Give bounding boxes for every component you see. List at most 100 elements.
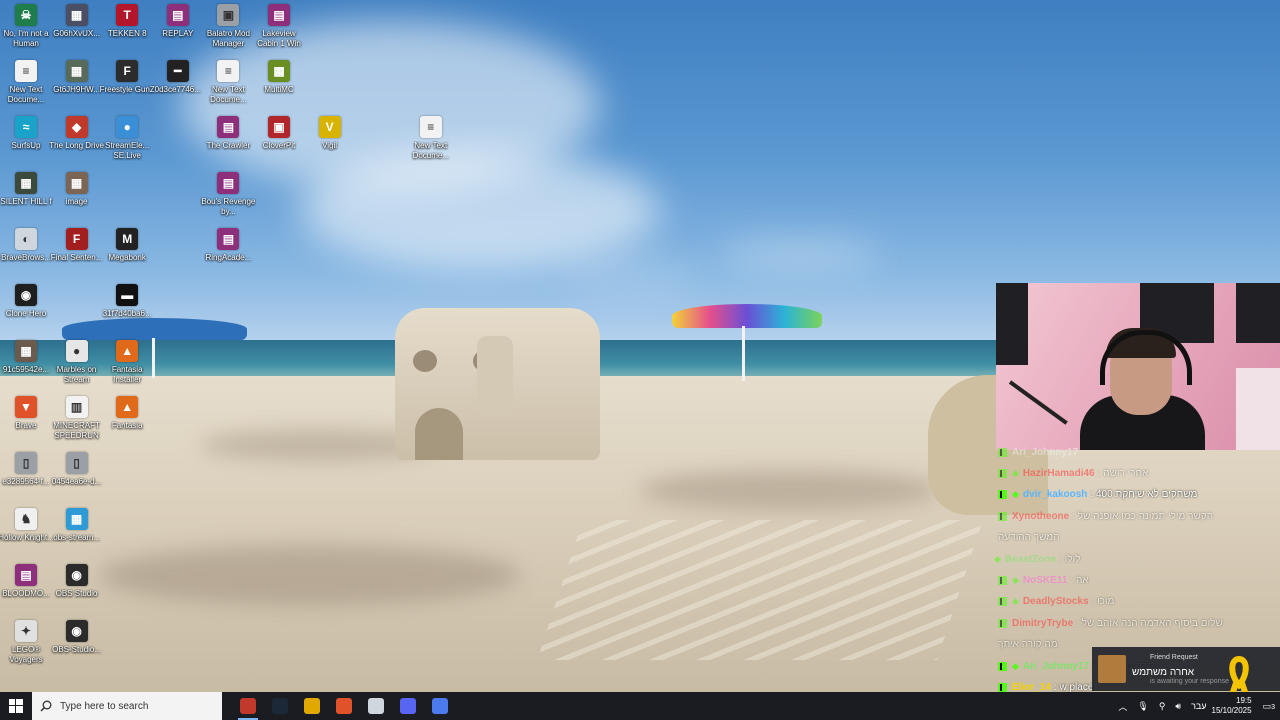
app-icon: ● [65, 340, 88, 362]
taskbar-app-shield[interactable] [360, 692, 392, 720]
desktop-icon[interactable]: ▬ 31f7d40ba6... [101, 284, 153, 319]
desktop-icon[interactable]: ▥ MINECRAFT SPEEDRUN [51, 396, 103, 441]
app-icon: ▤ [268, 4, 290, 26]
chat-message: DimitryTrybe: שלום ביסוף האדמה הנה אוהב … [994, 613, 1280, 633]
desktop-icon[interactable]: ≡ New Text Docume... [405, 116, 457, 161]
desktop-icon[interactable]: T TEKKEN 8 [101, 4, 153, 39]
desktop-icon[interactable]: ● Marbles on Stream [51, 340, 103, 385]
tray-overflow-chevron-icon[interactable]: ︿ [1118, 700, 1127, 713]
app-icon: T [116, 4, 139, 26]
desktop-icon[interactable]: ▩ MultiMC [253, 60, 305, 95]
chat-message: המשך ההודעה [994, 528, 1280, 548]
taskbar-search-box[interactable]: Type here to search [32, 692, 222, 720]
desktop-icon[interactable]: ≡ New Text Docume... [0, 60, 52, 105]
clock[interactable]: 19:5 15/10/2025 [1212, 696, 1252, 716]
kick-badge-icon [998, 447, 1007, 457]
chat-username: DimitryTrybe [1012, 617, 1074, 629]
microphone-icon[interactable]: 🎙︎ [1137, 701, 1148, 712]
desktop-icon[interactable]: ▤ BLOODMO... [0, 564, 52, 599]
desktop-icon[interactable]: V Vigil [304, 116, 356, 151]
desktop-icon[interactable]: ▤ Lakeview Cabin 1 Win [253, 4, 305, 49]
desktop-icon-label: REPLAY [162, 29, 194, 38]
desktop-icon[interactable]: M Megabonk [101, 228, 153, 263]
taskbar-app-brave[interactable] [328, 692, 360, 720]
desktop-icon[interactable]: ☠ No, I'm not a Human [0, 4, 52, 49]
app-icon: ≡ [217, 60, 240, 82]
taskbar-app-app[interactable] [424, 692, 456, 720]
notification-count: 3 [1271, 703, 1275, 711]
diamond-badge-icon: ◆ [1012, 489, 1019, 500]
desktop-icon[interactable]: ▤ The Crawler [202, 116, 254, 151]
desktop-icon[interactable]: ▣ CloverPit [253, 116, 305, 151]
desktop-icon[interactable]: ━ 0d3ce7746... [152, 60, 204, 95]
app-icon: F [65, 228, 88, 250]
desktop-icon-label: 0454ea6e-d... [51, 477, 102, 486]
desktop-icon[interactable]: ▤ Bou's Revenge by... [201, 172, 255, 217]
desktop-icon-label: BLOODMO... [2, 589, 50, 598]
desktop-icon[interactable]: ◐ BraveBrows... [0, 228, 52, 263]
kick-badge-icon [998, 490, 1007, 500]
chat-message: ◆ dvir_kakoosh: משחקים לא שיחקת 400 [994, 485, 1280, 505]
desktop-icon[interactable]: ▦ obs-stream... [51, 508, 103, 543]
desktop-icon[interactable]: F Freestyle GunZ [99, 60, 155, 95]
taskbar-app-discord[interactable] [392, 692, 424, 720]
desktop-icon[interactable]: ≈ SurfsUp [0, 116, 52, 151]
start-button[interactable] [0, 692, 32, 720]
taskbar-app-obs[interactable] [232, 692, 264, 720]
network-icon[interactable]: ⚲ [1159, 701, 1166, 712]
desktop-icon[interactable]: ♞ Hollow Knight... [0, 508, 54, 543]
desktop-icon[interactable]: ▣ Balatro Mod Manager [202, 4, 254, 49]
desktop-icon[interactable]: ◉ OBS-Studio... [51, 620, 103, 655]
chat-message: Xynotheone: הקשר מילי תמונה כמו אופנה של [994, 506, 1280, 526]
desktop-icon-label: New Text Docume... [412, 141, 450, 160]
desktop-icon-label: Freestyle GunZ [99, 85, 155, 94]
kick-badge-icon [998, 597, 1007, 607]
kick-badge-icon [998, 575, 1007, 585]
desktop-icon[interactable]: ✦ LEGO® Voyagers [0, 620, 52, 665]
desktop-icon-label: MultiMC [264, 85, 294, 94]
desktop-icon-label: obs-stream... [53, 533, 100, 542]
desktop-icon[interactable]: ▦ SILENT HILL f [0, 172, 52, 207]
app-icon: ▦ [65, 172, 88, 194]
desktop-icon[interactable]: ▯ e3289564-f... [0, 452, 52, 487]
desktop-icon[interactable]: ▯ 0454ea6e-d... [51, 452, 103, 487]
app-icon: ▩ [268, 60, 290, 82]
notifications-icon[interactable]: ▭3 [1263, 701, 1275, 712]
taskbar-app-files[interactable] [296, 692, 328, 720]
volume-icon[interactable]: 🔊︎ [1175, 701, 1181, 712]
kick-badge-icon [998, 618, 1007, 628]
chat-username: BeastZone [1004, 553, 1057, 565]
desktop-icon[interactable]: ≡ New Text Docume... [202, 60, 254, 105]
desktop-icon-label: No, I'm not a Human [3, 29, 49, 48]
desktop-icon[interactable]: ● StreamEle... SE.Live [101, 116, 153, 161]
app-icon: ▤ [166, 4, 189, 26]
desktop-icon[interactable]: ▤ REPLAY [152, 4, 204, 39]
desktop-icon-label: Lakeview Cabin 1 Win [257, 29, 301, 48]
desktop-icon[interactable]: ▦ image [51, 172, 103, 207]
desktop-icon-label: image [65, 197, 88, 206]
app-icon: ♞ [15, 508, 37, 530]
desktop-icon-label: RingAcade... [205, 253, 252, 262]
desktop-icon[interactable]: ◉ Clone Hero [0, 284, 52, 319]
language-indicator[interactable]: עבר [1191, 701, 1206, 711]
desktop-icon[interactable]: ◆ The Long Drive [49, 116, 104, 151]
chat-username: Xynotheone [1012, 510, 1070, 522]
desktop-icon-label: Fantasia [111, 421, 143, 430]
wall-shelf [1236, 368, 1280, 450]
desktop-icon[interactable]: ▤ RingAcade... [202, 228, 254, 263]
desktop-icon[interactable]: ▦ 91c59542e... [0, 340, 52, 375]
desktop-icon-label: Brave [15, 421, 37, 430]
app-icon: ▯ [15, 452, 37, 474]
desktop-icon[interactable]: ▼ Brave [0, 396, 52, 431]
desktop-icon[interactable]: ▲ Fantasia Installer [101, 340, 153, 385]
desktop-icon-label: 31f7d40ba6... [102, 309, 152, 318]
taskbar-app-steam[interactable] [264, 692, 296, 720]
desktop-icon-label: e3289564-f... [2, 477, 50, 486]
desktop-icon[interactable]: ▦ G06hXvUX... [51, 4, 103, 39]
desktop-icon[interactable]: ▦ Gt6JH9HW... [51, 60, 103, 95]
kick-badge-icon [998, 511, 1007, 521]
desktop-icon[interactable]: ◉ OBS Studio [51, 564, 103, 599]
desktop-icon[interactable]: F Final Senten... [51, 228, 103, 263]
desktop-icon[interactable]: ▲ Fantasia [101, 396, 153, 431]
app-icon: ▣ [217, 4, 240, 26]
